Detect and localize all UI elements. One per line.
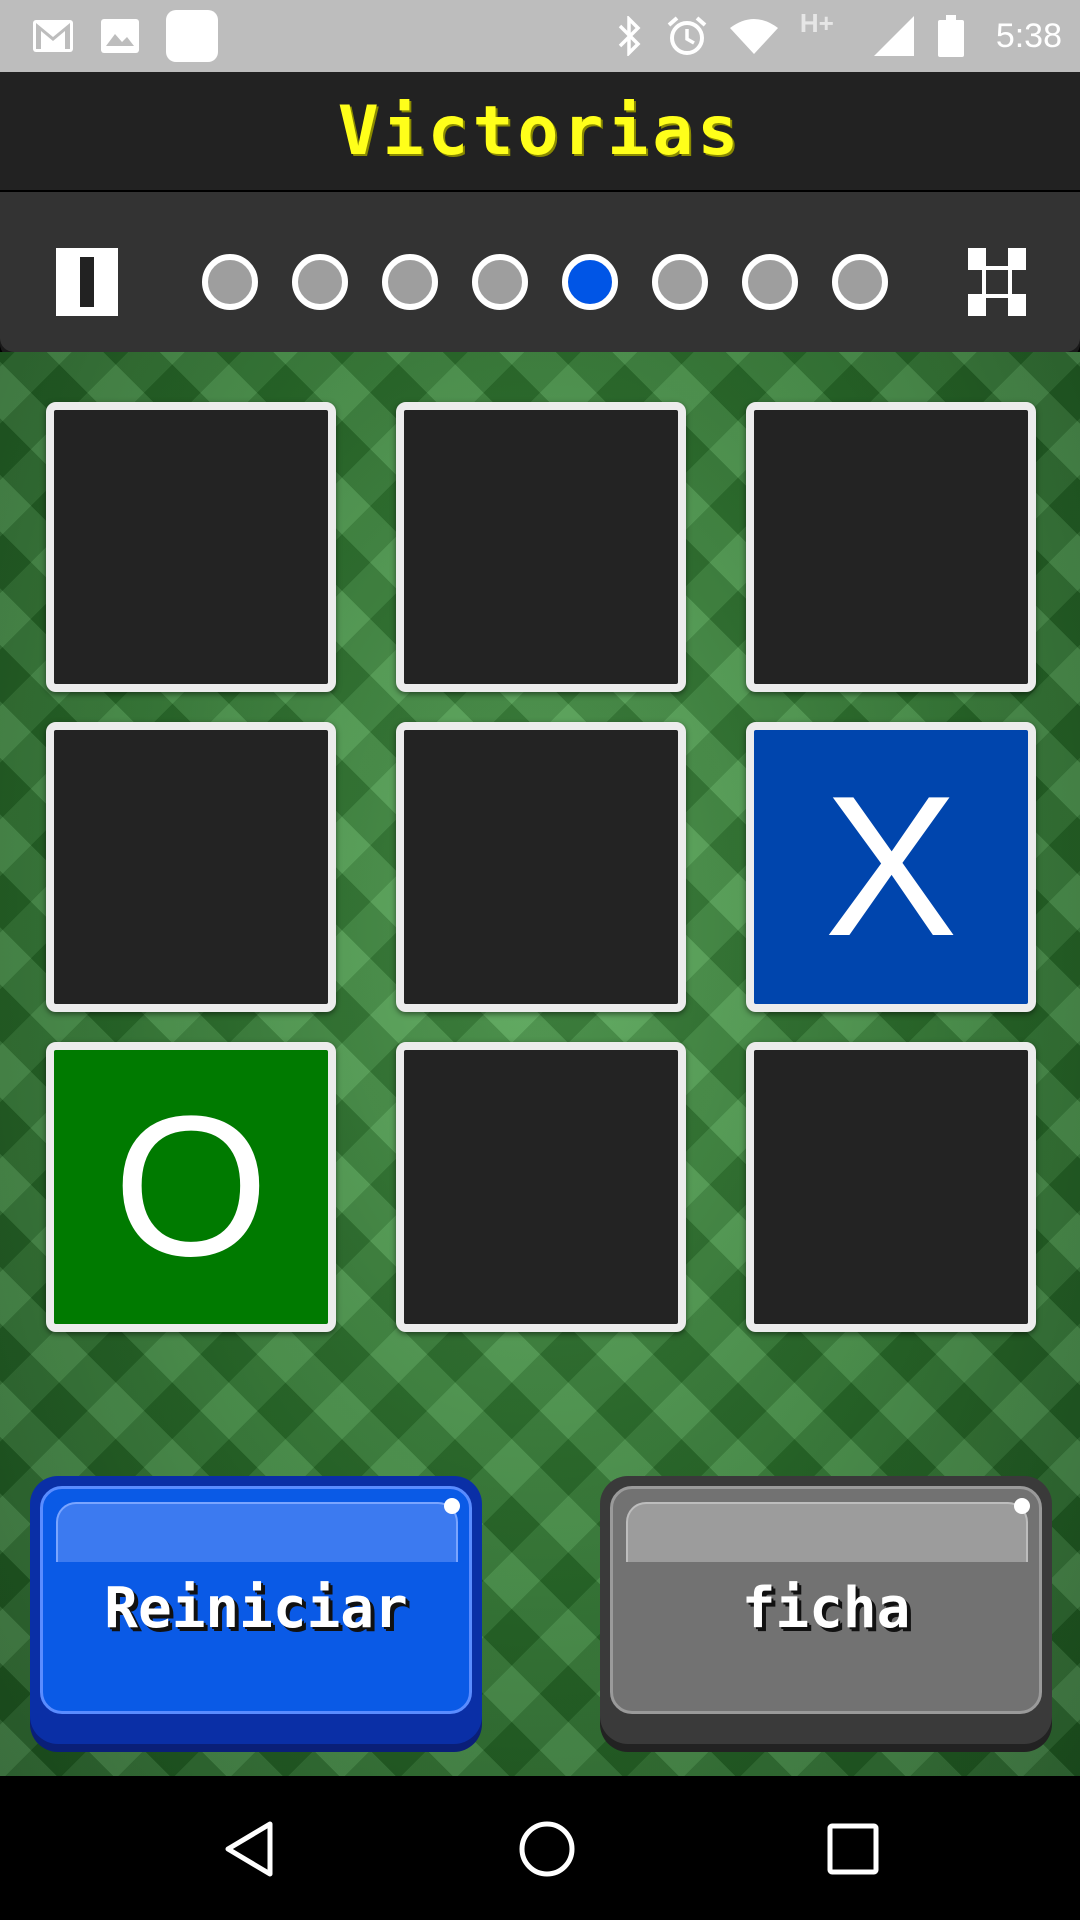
round-dot xyxy=(292,254,348,310)
o-icon xyxy=(80,257,94,307)
button-gloss xyxy=(626,1502,1028,1562)
wifi-icon xyxy=(729,18,778,54)
status-bar: H+ 5:38 xyxy=(0,0,1080,72)
round-dot xyxy=(472,254,528,310)
board-cell[interactable] xyxy=(396,722,686,1012)
gmail-icon xyxy=(32,19,74,53)
bluetooth-icon xyxy=(616,16,644,56)
board-cell[interactable] xyxy=(396,402,686,692)
player-x-indicator xyxy=(966,248,1028,316)
back-icon[interactable] xyxy=(214,1814,284,1884)
x-icon xyxy=(968,248,1026,316)
board-cell[interactable] xyxy=(46,722,336,1012)
home-icon[interactable] xyxy=(512,1814,582,1884)
round-dot xyxy=(202,254,258,310)
round-dot xyxy=(832,254,888,310)
network-type: H+ xyxy=(800,8,850,56)
navigation-bar xyxy=(0,1776,1080,1920)
signal-icon xyxy=(872,14,916,58)
button-shine xyxy=(444,1498,460,1514)
round-dot xyxy=(652,254,708,310)
restart-button[interactable]: Reiniciar xyxy=(30,1476,482,1744)
board-cell[interactable] xyxy=(746,402,1036,692)
round-dot xyxy=(382,254,438,310)
board-cell[interactable]: O xyxy=(46,1042,336,1332)
round-dot xyxy=(562,254,618,310)
recents-icon[interactable] xyxy=(818,1814,888,1884)
restart-label: Reiniciar xyxy=(104,1576,408,1641)
page-title: Victorias xyxy=(337,91,743,171)
round-dot xyxy=(742,254,798,310)
player-o-indicator xyxy=(56,248,118,316)
battery-icon xyxy=(937,15,964,57)
clock: 5:38 xyxy=(995,16,1062,55)
score-panel xyxy=(0,192,1080,352)
board-cell[interactable] xyxy=(396,1042,686,1332)
network-label: H+ xyxy=(799,8,834,38)
button-shine xyxy=(1014,1498,1030,1514)
button-gloss xyxy=(56,1502,458,1562)
board-cell[interactable] xyxy=(746,1042,1036,1332)
board-cell[interactable]: X xyxy=(746,722,1036,1012)
gallery-icon xyxy=(100,18,140,54)
header: Victorias xyxy=(0,72,1080,190)
board-cell[interactable] xyxy=(46,402,336,692)
app-icon xyxy=(166,10,218,62)
piece-button[interactable]: ficha xyxy=(600,1476,1052,1744)
alarm-icon xyxy=(666,15,708,57)
piece-label: ficha xyxy=(741,1576,911,1641)
